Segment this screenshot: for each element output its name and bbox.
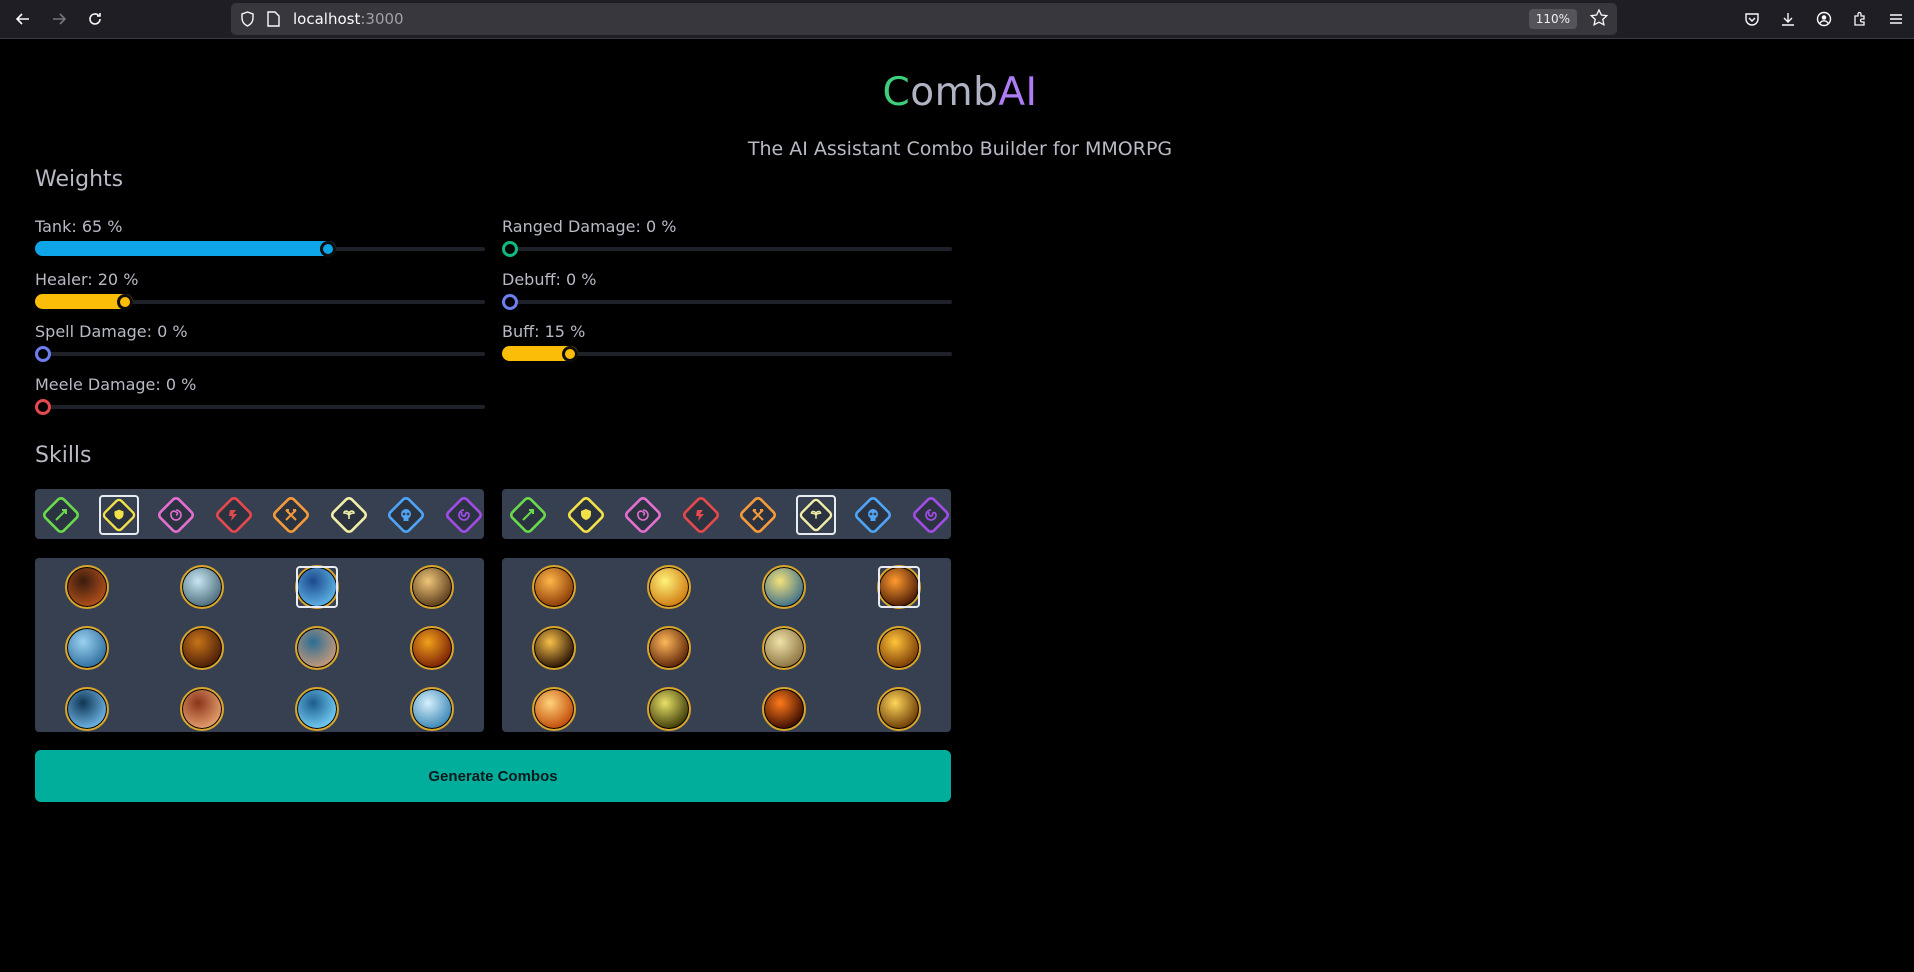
skill-grid-right — [502, 558, 951, 732]
right-warrior-icon[interactable] — [681, 495, 721, 535]
back-icon[interactable] — [12, 8, 34, 30]
ranged-damage-thumb[interactable] — [502, 241, 518, 257]
debuff-slider[interactable]: Debuff: 0 % — [502, 270, 952, 310]
debuff-thumb[interactable] — [502, 294, 518, 310]
left-nature-icon[interactable] — [329, 495, 369, 535]
right-sunburst-skill[interactable] — [532, 687, 576, 731]
meele-damage-thumb[interactable] — [35, 399, 51, 415]
tank-thumb[interactable] — [320, 241, 336, 257]
left-berserker-icon[interactable] — [271, 495, 311, 535]
class-selector-right — [502, 489, 951, 539]
right-ranger-icon[interactable] — [508, 495, 548, 535]
left-mind-icon[interactable] — [156, 495, 196, 535]
left-feathers-skill[interactable] — [180, 565, 224, 609]
left-selected-skill-frame — [296, 566, 338, 608]
left-guardian-icon[interactable] — [98, 495, 139, 535]
ranged-damage-track[interactable] — [502, 247, 952, 251]
right-light-beam-skill[interactable] — [647, 565, 691, 609]
healer-slider[interactable]: Healer: 20 % — [35, 270, 485, 310]
right-golden-rune-skill[interactable] — [877, 687, 921, 731]
page-icon — [267, 11, 280, 31]
right-sword-spark-skill[interactable] — [762, 565, 806, 609]
left-warrior-icon[interactable] — [214, 495, 254, 535]
left-fortress-skill[interactable] — [65, 565, 109, 609]
shield-icon[interactable] — [240, 11, 255, 31]
tank-fill — [35, 241, 336, 256]
tank-label: Tank: 65 % — [35, 217, 123, 236]
right-arcane-icon[interactable] — [911, 495, 951, 535]
spell-damage-track[interactable] — [35, 352, 485, 356]
buff-slider[interactable]: Buff: 15 % — [502, 322, 952, 362]
right-guardian-icon[interactable] — [566, 495, 606, 535]
left-necro-icon[interactable] — [386, 495, 426, 535]
right-fire-sword-skill[interactable] — [647, 626, 691, 670]
right-prayer-skill[interactable] — [762, 626, 806, 670]
class-selector-left — [35, 489, 484, 539]
left-fire-beast-skill[interactable] — [410, 626, 454, 670]
app-subtitle: The AI Assistant Combo Builder for MMORP… — [747, 138, 1173, 160]
right-zigzag-skill[interactable] — [532, 626, 576, 670]
app-title: CombAI — [882, 70, 1038, 115]
buff-thumb[interactable] — [562, 346, 578, 362]
account-icon[interactable] — [1813, 8, 1835, 30]
right-mind-icon[interactable] — [623, 495, 663, 535]
left-handshake-skill[interactable] — [295, 626, 339, 670]
left-ice-shield-skill[interactable] — [65, 626, 109, 670]
bookmark-star-icon[interactable] — [1589, 8, 1609, 32]
ranged-damage-slider[interactable]: Ranged Damage: 0 % — [502, 217, 952, 257]
generate-combos-button[interactable]: Generate Combos — [35, 750, 951, 802]
right-golden-aura-skill[interactable] — [647, 687, 691, 731]
left-waterfall-skill[interactable] — [410, 687, 454, 731]
tank-slider[interactable]: Tank: 65 % — [35, 217, 485, 257]
browser-toolbar: localhost:3000 110% — [0, 0, 1914, 39]
reload-icon[interactable] — [84, 8, 106, 30]
spell-damage-label: Spell Damage: 0 % — [35, 322, 188, 341]
left-armor-skill[interactable] — [410, 565, 454, 609]
url-bar[interactable]: localhost:3000 110% — [231, 3, 1617, 35]
debuff-label: Debuff: 0 % — [502, 270, 597, 289]
skill-grid-left — [35, 558, 484, 732]
pocket-icon[interactable] — [1741, 8, 1763, 30]
left-rage-face-skill[interactable] — [180, 687, 224, 731]
right-wings-skill[interactable] — [877, 626, 921, 670]
url-text[interactable]: localhost:3000 — [293, 3, 404, 35]
left-whirlwind-skill[interactable] — [295, 687, 339, 731]
left-hammer-skill[interactable] — [180, 626, 224, 670]
buff-label: Buff: 15 % — [502, 322, 586, 341]
left-ranger-icon[interactable] — [41, 495, 81, 535]
healer-label: Healer: 20 % — [35, 270, 139, 289]
menu-icon[interactable] — [1885, 8, 1907, 30]
healer-thumb[interactable] — [117, 294, 133, 310]
spell-damage-thumb[interactable] — [35, 346, 51, 362]
debuff-track[interactable] — [502, 300, 952, 304]
ranged-damage-label: Ranged Damage: 0 % — [502, 217, 677, 236]
forward-icon[interactable] — [48, 8, 70, 30]
weights-heading: Weights — [35, 167, 124, 192]
meele-damage-label: Meele Damage: 0 % — [35, 375, 197, 394]
right-necro-icon[interactable] — [853, 495, 893, 535]
zoom-level[interactable]: 110% — [1528, 9, 1577, 29]
right-eruption-skill[interactable] — [762, 687, 806, 731]
left-vortex-skill[interactable] — [65, 687, 109, 731]
right-selected-skill-frame — [878, 566, 920, 608]
right-berserker-icon[interactable] — [738, 495, 778, 535]
left-arcane-icon[interactable] — [444, 495, 484, 535]
skills-heading: Skills — [35, 443, 92, 468]
download-icon[interactable] — [1777, 8, 1799, 30]
right-slash-skill[interactable] — [532, 565, 576, 609]
meele-damage-slider[interactable]: Meele Damage: 0 % — [35, 375, 485, 415]
right-nature-icon[interactable] — [795, 495, 836, 535]
meele-damage-track[interactable] — [35, 405, 485, 409]
extensions-icon[interactable] — [1849, 8, 1871, 30]
spell-damage-slider[interactable]: Spell Damage: 0 % — [35, 322, 485, 362]
